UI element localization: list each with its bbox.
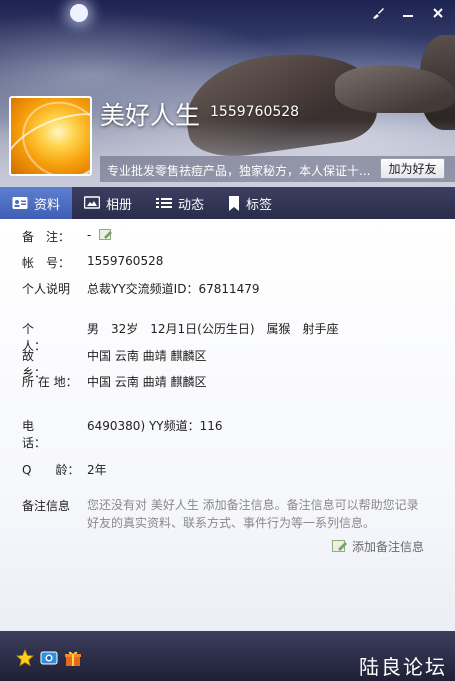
add-remark-label: 添加备注信息	[352, 540, 425, 554]
profile-header: 美好人生 1559760528 专业批发零售祛痘产品，独家秘方，本人保证十...…	[0, 0, 455, 187]
tab-profile[interactable]: 资料	[0, 187, 73, 219]
remark-info-line: 好友的真实资料、联系方式、事件行为等一系列信息。	[87, 516, 376, 530]
minimize-icon	[403, 15, 413, 17]
brush-icon	[373, 8, 384, 19]
remark-info-text: 您还没有对 美好人生 添加备注信息。备注信息可以帮助您记录 好友的真实资料、联系…	[87, 496, 427, 532]
close-button[interactable]	[423, 2, 453, 24]
bookmark-tag-icon	[228, 195, 240, 211]
field-label: 备注信息	[22, 499, 71, 513]
profile-uid: 1559760528	[210, 104, 300, 120]
remark-info-line: 您还没有对 美好人生 添加备注信息。备注信息可以帮助您记录	[87, 498, 419, 512]
field-label: Q 龄：	[22, 463, 80, 477]
edit-note-icon[interactable]	[99, 229, 113, 241]
edit-note-icon	[332, 540, 347, 552]
photo-album-icon	[84, 196, 101, 210]
tab-bar: 资料 相册 动态 标签	[0, 187, 455, 219]
footer-bar: 陆良论坛	[0, 631, 455, 681]
field-value: 中国 云南 曲靖 麒麟区	[87, 349, 207, 363]
add-friend-button[interactable]: 加为好友	[380, 158, 445, 179]
field-label: 个人说明	[22, 282, 71, 296]
minimize-button[interactable]	[393, 2, 423, 24]
tab-label: 标签	[246, 197, 273, 213]
field-value: 中国 云南 曲靖 麒麟区	[87, 375, 207, 389]
feed-list-icon	[156, 196, 173, 210]
avatar[interactable]	[9, 96, 92, 176]
profile-card-icon	[12, 196, 28, 210]
tab-tags[interactable]: 标签	[216, 187, 284, 219]
window-controls	[363, 2, 453, 24]
field-label: 备 注：	[22, 230, 71, 244]
gift-icon[interactable]	[64, 649, 82, 667]
tab-label: 动态	[178, 197, 205, 213]
field-value: -	[87, 228, 113, 242]
star-icon[interactable]	[16, 649, 34, 667]
profile-name: 美好人生	[100, 101, 201, 130]
tab-label: 相册	[106, 197, 133, 213]
profile-signature: 专业批发零售祛痘产品，独家秘方，本人保证十...	[107, 164, 371, 178]
field-label: 所 在 地：	[22, 375, 78, 389]
field-value: 1559760528	[87, 254, 164, 268]
field-label: 帐 号：	[22, 256, 71, 270]
tab-label: 资料	[34, 197, 61, 213]
add-remark-link[interactable]: 添加备注信息	[332, 538, 424, 555]
profile-details: 备 注： - 帐 号： 1559760528 个人说明 总裁YY交流频道ID：6…	[0, 219, 455, 631]
moon-decoration	[70, 4, 88, 22]
skin-button[interactable]	[363, 2, 393, 24]
camera-icon[interactable]	[40, 649, 58, 667]
footer-icons	[16, 649, 82, 667]
close-icon	[433, 8, 443, 18]
remark-value: -	[87, 228, 92, 242]
field-value: 男 32岁 12月1日(公历生日) 属猴 射手座	[87, 322, 339, 336]
field-value: 总裁YY交流频道ID：67811479	[87, 282, 260, 296]
field-value: 2年	[87, 463, 107, 477]
tab-feed[interactable]: 动态	[144, 187, 216, 219]
watermark-text: 陆良论坛	[359, 655, 447, 679]
field-label: 电 话：	[22, 419, 59, 450]
field-value: 6490380) YY频道：116	[87, 419, 223, 433]
tab-album[interactable]: 相册	[72, 187, 144, 219]
